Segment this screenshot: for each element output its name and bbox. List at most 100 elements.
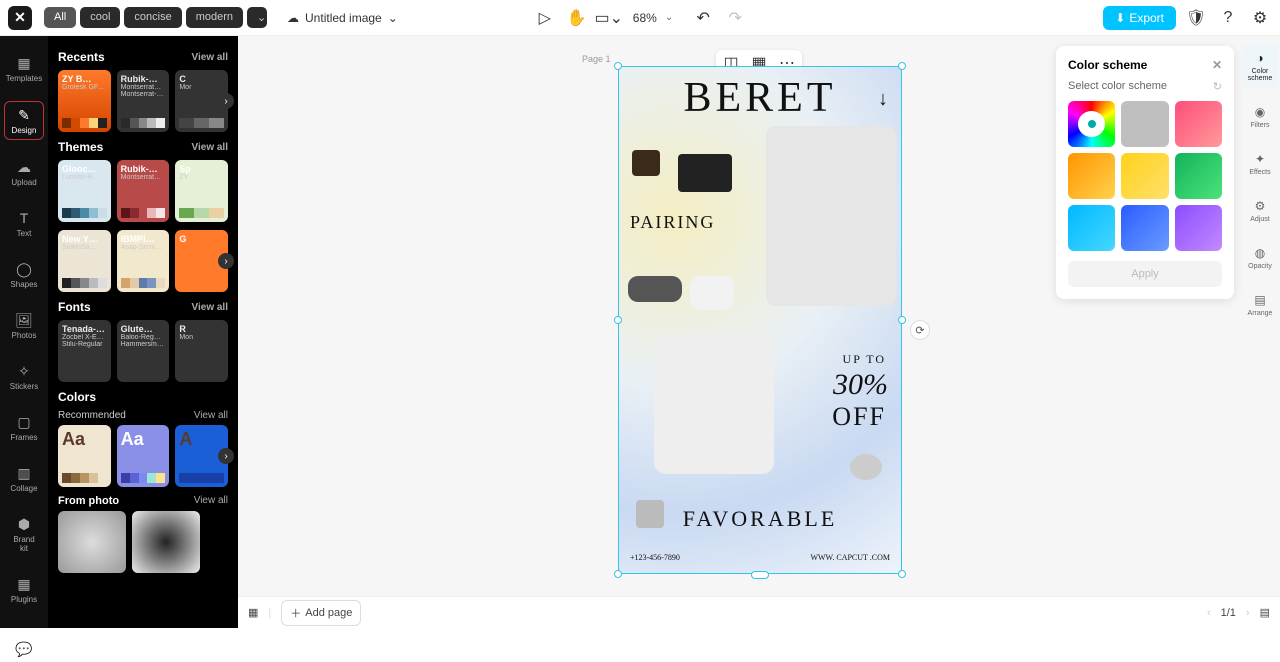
next-button[interactable]: › bbox=[218, 253, 234, 269]
document-title-group: ☁ Untitled image ⌄ bbox=[287, 11, 398, 25]
right-rail: ◑Color scheme ◉Filters ✦Effects ⚙Adjust … bbox=[1240, 44, 1280, 323]
gear-icon[interactable]: ⚙ bbox=[1248, 6, 1272, 30]
add-page-button[interactable]: ＋ Add page bbox=[281, 600, 361, 626]
bottombar-right: ‹ 1/1 › ▤ bbox=[1207, 606, 1270, 619]
adjust-icon: ⚙ bbox=[1252, 198, 1268, 214]
design-card[interactable]: Rubik-…Montserrat… bbox=[117, 160, 170, 222]
chevron-down-icon[interactable]: ⌄ bbox=[388, 11, 398, 25]
design-panel[interactable]: Recents View all ZY B…Grotesk GF-B…Rubik… bbox=[48, 36, 238, 628]
next-page[interactable]: › bbox=[1246, 607, 1250, 619]
rail-frames[interactable]: ▢Frames bbox=[4, 409, 44, 446]
design-card[interactable]: IBMPl…Asap-SemiB… bbox=[117, 230, 170, 292]
reset-icon[interactable]: ↻ bbox=[1213, 80, 1222, 93]
color-swatch[interactable] bbox=[1175, 101, 1222, 147]
themes-row-2: New Y…SinkinSa…IBMPl…Asap-SemiB…G› bbox=[58, 230, 228, 292]
help-icon[interactable]: ? bbox=[1216, 6, 1240, 30]
redo-button[interactable]: ↷ bbox=[723, 6, 747, 30]
chip-modern[interactable]: modern bbox=[186, 7, 243, 28]
rr-filters[interactable]: ◉Filters bbox=[1242, 98, 1278, 135]
design-card[interactable]: Glooc…Lucette-R… bbox=[58, 160, 111, 222]
design-card[interactable]: ZY B…Grotesk GF-B… bbox=[58, 70, 111, 132]
color-swatch[interactable] bbox=[1068, 153, 1115, 199]
from-photo-viewall[interactable]: View all bbox=[194, 495, 228, 507]
prev-page[interactable]: ‹ bbox=[1207, 607, 1211, 619]
resize-handle-mr[interactable] bbox=[898, 316, 906, 324]
design-card[interactable]: Tenada-…Zocbel X-E…Stilu-Regular bbox=[58, 320, 111, 382]
export-label: Export bbox=[1129, 11, 1164, 25]
colors-row: AaAaA› bbox=[58, 425, 228, 487]
rail-brand-kit[interactable]: ⬢Brand kit bbox=[4, 511, 44, 557]
rail-templates[interactable]: ▦Templates bbox=[4, 50, 44, 87]
rail-shapes[interactable]: ◯Shapes bbox=[4, 256, 44, 293]
design-card[interactable]: RMon bbox=[175, 320, 228, 382]
color-swatch[interactable] bbox=[1175, 205, 1222, 251]
undo-button[interactable]: ↶ bbox=[691, 6, 715, 30]
design-card[interactable]: Rubik-…Montserrat…Montserrat-Rg bbox=[117, 70, 170, 132]
color-swatch[interactable] bbox=[1121, 101, 1168, 147]
chip-concise[interactable]: concise bbox=[124, 7, 181, 28]
color-swatch[interactable] bbox=[1121, 153, 1168, 199]
app-logo[interactable]: ✕ bbox=[8, 6, 32, 30]
rail-stickers[interactable]: ✧Stickers bbox=[4, 358, 44, 395]
stickers-icon: ✧ bbox=[15, 362, 33, 380]
chip-all[interactable]: All bbox=[44, 7, 76, 28]
resize-handle-tl[interactable] bbox=[614, 62, 622, 70]
resize-handle-bc[interactable] bbox=[751, 571, 769, 579]
rail-collage[interactable]: ▥Collage bbox=[4, 460, 44, 497]
rail-upload[interactable]: ☁Upload bbox=[4, 154, 44, 191]
frames-icon: ▢ bbox=[15, 413, 33, 431]
from-photo-card[interactable] bbox=[132, 511, 200, 573]
select-tool[interactable]: ▷ bbox=[533, 6, 557, 30]
fonts-viewall[interactable]: View all bbox=[191, 302, 228, 313]
rr-effects[interactable]: ✦Effects bbox=[1242, 145, 1278, 182]
fonts-row: Tenada-…Zocbel X-E…Stilu-RegularGlute…Ba… bbox=[58, 320, 228, 382]
rr-adjust[interactable]: ⚙Adjust bbox=[1242, 192, 1278, 229]
design-card[interactable]: New Y…SinkinSa… bbox=[58, 230, 111, 292]
resize-handle-tr[interactable] bbox=[898, 62, 906, 70]
chip-cool[interactable]: cool bbox=[80, 7, 120, 28]
design-card[interactable]: SpZY bbox=[175, 160, 228, 222]
themes-viewall[interactable]: View all bbox=[191, 142, 228, 153]
color-swatch[interactable] bbox=[1175, 153, 1222, 199]
design-card[interactable]: Aa bbox=[117, 425, 170, 487]
design-card[interactable]: Aa bbox=[58, 425, 111, 487]
color-swatch[interactable] bbox=[1068, 205, 1115, 251]
close-icon[interactable]: ✕ bbox=[1212, 58, 1222, 72]
color-swatch[interactable] bbox=[1121, 205, 1168, 251]
rr-arrange[interactable]: ▤Arrange bbox=[1242, 286, 1278, 323]
chip-more[interactable]: ⌄ bbox=[247, 7, 267, 28]
grid-view-icon[interactable]: ▤ bbox=[1260, 606, 1270, 619]
paint-icon: ◑ bbox=[1252, 50, 1268, 66]
rr-color-scheme[interactable]: ◑Color scheme bbox=[1242, 44, 1278, 88]
color-scheme-panel: Color scheme ✕ Select color scheme ↻ App… bbox=[1056, 46, 1234, 299]
recents-viewall[interactable]: View all bbox=[191, 52, 228, 63]
export-button[interactable]: ⬇ Export bbox=[1103, 6, 1176, 30]
rail-design[interactable]: ✎Design bbox=[4, 101, 44, 140]
from-photo-card[interactable] bbox=[58, 511, 126, 573]
rail-plugins[interactable]: ▦Plugins bbox=[4, 571, 44, 608]
rail-photos[interactable]: 🖼Photos bbox=[4, 307, 44, 344]
next-button[interactable]: › bbox=[218, 93, 234, 109]
document-title[interactable]: Untitled image bbox=[305, 11, 382, 25]
colors-viewall[interactable]: View all bbox=[194, 410, 228, 421]
resize-handle-ml[interactable] bbox=[614, 316, 622, 324]
filters-icon: ◉ bbox=[1252, 104, 1268, 120]
pan-tool[interactable]: ✋ bbox=[565, 6, 589, 30]
next-button[interactable]: › bbox=[218, 448, 234, 464]
color-swatch[interactable] bbox=[1068, 101, 1115, 147]
layers-icon[interactable]: ▦ bbox=[248, 606, 258, 619]
resize-handle-br[interactable] bbox=[898, 570, 906, 578]
shield-icon[interactable]: 🛡 bbox=[1184, 6, 1208, 30]
resize-handle-bl[interactable] bbox=[614, 570, 622, 578]
zoom-level[interactable]: 68% bbox=[633, 11, 657, 25]
rotate-handle[interactable]: ⟳ bbox=[910, 320, 930, 340]
bottombar-left: ▦ | ＋ Add page bbox=[248, 600, 361, 626]
design-card[interactable]: Glute…Baloo-Reg…HammersmithOn… bbox=[117, 320, 170, 382]
artboard-selection[interactable]: BERET ↓ PAIRING UP TO 30% OFF FAVORABLE … bbox=[618, 66, 902, 574]
crop-tool[interactable]: ▭⌄ bbox=[597, 6, 621, 30]
rr-opacity[interactable]: ◍Opacity bbox=[1242, 239, 1278, 276]
rail-text[interactable]: TText bbox=[4, 205, 44, 242]
chevron-down-icon[interactable]: ⌄ bbox=[665, 12, 673, 23]
apply-button[interactable]: Apply bbox=[1068, 261, 1222, 287]
rail-feedback[interactable]: 💬 bbox=[4, 636, 44, 662]
